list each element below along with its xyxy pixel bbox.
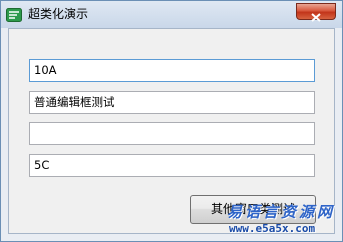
watermark: 易语言资源网 www.e5a5x.com: [227, 204, 339, 238]
edit-field-1[interactable]: 10A: [29, 59, 315, 82]
window-title: 超类化演示: [28, 7, 89, 21]
watermark-url: www.e5a5x.com: [229, 222, 316, 235]
title-bar[interactable]: 超类化演示: [1, 1, 342, 28]
close-button[interactable]: [296, 3, 336, 22]
edit-field-4[interactable]: 5C: [29, 154, 315, 177]
edit-field-3[interactable]: [29, 122, 315, 145]
watermark-logo: 易语言资源网: [227, 203, 336, 221]
edit-field-2[interactable]: 普通编辑框测试: [29, 91, 315, 114]
app-window: 超类化演示 10A 普通编辑框测试 5C 其他窗口类测试 易语言资源网 www.…: [0, 0, 343, 242]
app-logo-icon: [6, 7, 22, 22]
close-icon: [311, 7, 321, 22]
